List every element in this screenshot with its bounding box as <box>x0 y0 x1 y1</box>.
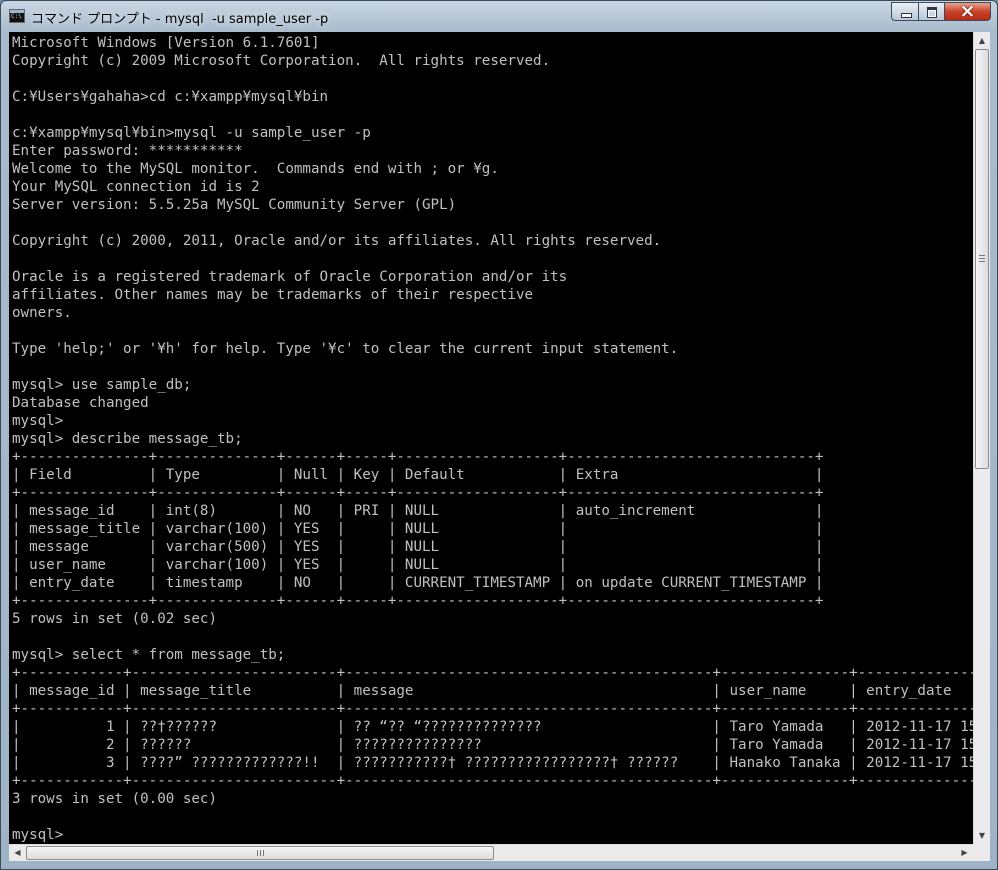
console-icon[interactable] <box>9 9 25 23</box>
console-line: mysql> describe message_tb; <box>12 431 243 447</box>
title-bar[interactable]: コマンド プロンプト - mysql -u sample_user -p <box>1 0 997 31</box>
console-line: mysql> <box>12 413 64 429</box>
console-line: | message | varchar(500) | YES | | NULL … <box>12 539 824 555</box>
grip-icon <box>979 255 985 262</box>
grip-icon <box>257 850 264 856</box>
scroll-up-icon[interactable]: ▲ <box>974 32 990 49</box>
console-line: +------------+------------------------+-… <box>12 773 973 789</box>
console-line: mysql> use sample_db; <box>12 377 192 393</box>
console-line: Your MySQL connection id is 2 <box>12 179 260 195</box>
console-line: Database changed <box>12 395 149 411</box>
scroll-down-icon[interactable]: ▼ <box>974 827 990 844</box>
console-line: | user_name | varchar(100) | YES | | NUL… <box>12 557 824 573</box>
console-text: Microsoft Windows [Version 6.1.7601] Cop… <box>9 32 973 844</box>
console-line: | 1 | ??†?????? | ?? “?? “??????????????… <box>12 719 973 735</box>
scroll-right-icon[interactable]: ▶ <box>956 845 973 861</box>
console-line: 5 rows in set (0.02 sec) <box>12 611 217 627</box>
minimize-icon[interactable] <box>891 2 918 21</box>
console-line: +---------------+--------------+------+-… <box>12 593 824 609</box>
console-line: +------------+------------------------+-… <box>12 665 973 681</box>
console-line: +---------------+--------------+------+-… <box>12 449 824 465</box>
console-line: affiliates. Other names may be trademark… <box>12 287 534 303</box>
scroll-left-icon[interactable]: ◀ <box>9 845 26 861</box>
console-line: | Field | Type | Null | Key | Default | … <box>12 467 824 483</box>
caption-buttons <box>891 0 991 22</box>
console-line: owners. <box>12 305 72 321</box>
console-line: C:¥Users¥gahaha>cd c:¥xampp¥mysql¥bin <box>12 89 329 105</box>
console-line: Server version: 5.5.25a MySQL Community … <box>12 197 457 213</box>
vertical-scrollbar[interactable]: ▲ ▼ <box>973 32 990 844</box>
console-line: +------------+------------------------+-… <box>12 701 973 717</box>
vertical-scroll-thumb[interactable] <box>975 49 989 469</box>
command-prompt-window: コマンド プロンプト - mysql -u sample_user -p Mic… <box>0 0 998 870</box>
console-line: | message_id | message_title | message |… <box>12 683 973 699</box>
console-line: | entry_date | timestamp | NO | | CURREN… <box>12 575 824 591</box>
console-line: mysql> <box>12 827 64 843</box>
horizontal-scrollbar[interactable]: ◀ ▶ <box>9 844 973 861</box>
console-line: Copyright (c) 2009 Microsoft Corporation… <box>12 53 551 69</box>
console-line: | message_id | int(8) | NO | PRI | NULL … <box>12 503 824 519</box>
horizontal-scroll-thumb[interactable] <box>26 846 494 860</box>
console-line: 3 rows in set (0.00 sec) <box>12 791 217 807</box>
maximize-icon[interactable] <box>918 2 944 21</box>
console-line: c:¥xampp¥mysql¥bin>mysql -u sample_user … <box>12 125 371 141</box>
console-line: Copyright (c) 2000, 2011, Oracle and/or … <box>12 233 662 249</box>
console-line: +---------------+--------------+------+-… <box>12 485 824 501</box>
console-line: Welcome to the MySQL monitor. Commands e… <box>12 161 499 177</box>
console-line: Enter password: *********** <box>12 143 243 159</box>
console-line: Oracle is a registered trademark of Orac… <box>12 269 568 285</box>
console-line: | 3 | ????” ?????????????!! | ??????????… <box>12 755 973 771</box>
console-line: | 2 | ?????? | ??????????????? | Taro Ya… <box>12 737 973 753</box>
window-title: コマンド プロンプト - mysql -u sample_user -p <box>31 12 329 27</box>
console-line: Type 'help;' or '¥h' for help. Type '¥c'… <box>12 341 679 357</box>
console-line: Microsoft Windows [Version 6.1.7601] <box>12 35 320 51</box>
close-icon[interactable] <box>944 0 991 22</box>
console-line: | message_title | varchar(100) | YES | |… <box>12 521 824 537</box>
scrollbar-corner <box>973 844 990 861</box>
console-line: mysql> select * from message_tb; <box>12 647 286 663</box>
console-output-area[interactable]: Microsoft Windows [Version 6.1.7601] Cop… <box>9 32 973 844</box>
